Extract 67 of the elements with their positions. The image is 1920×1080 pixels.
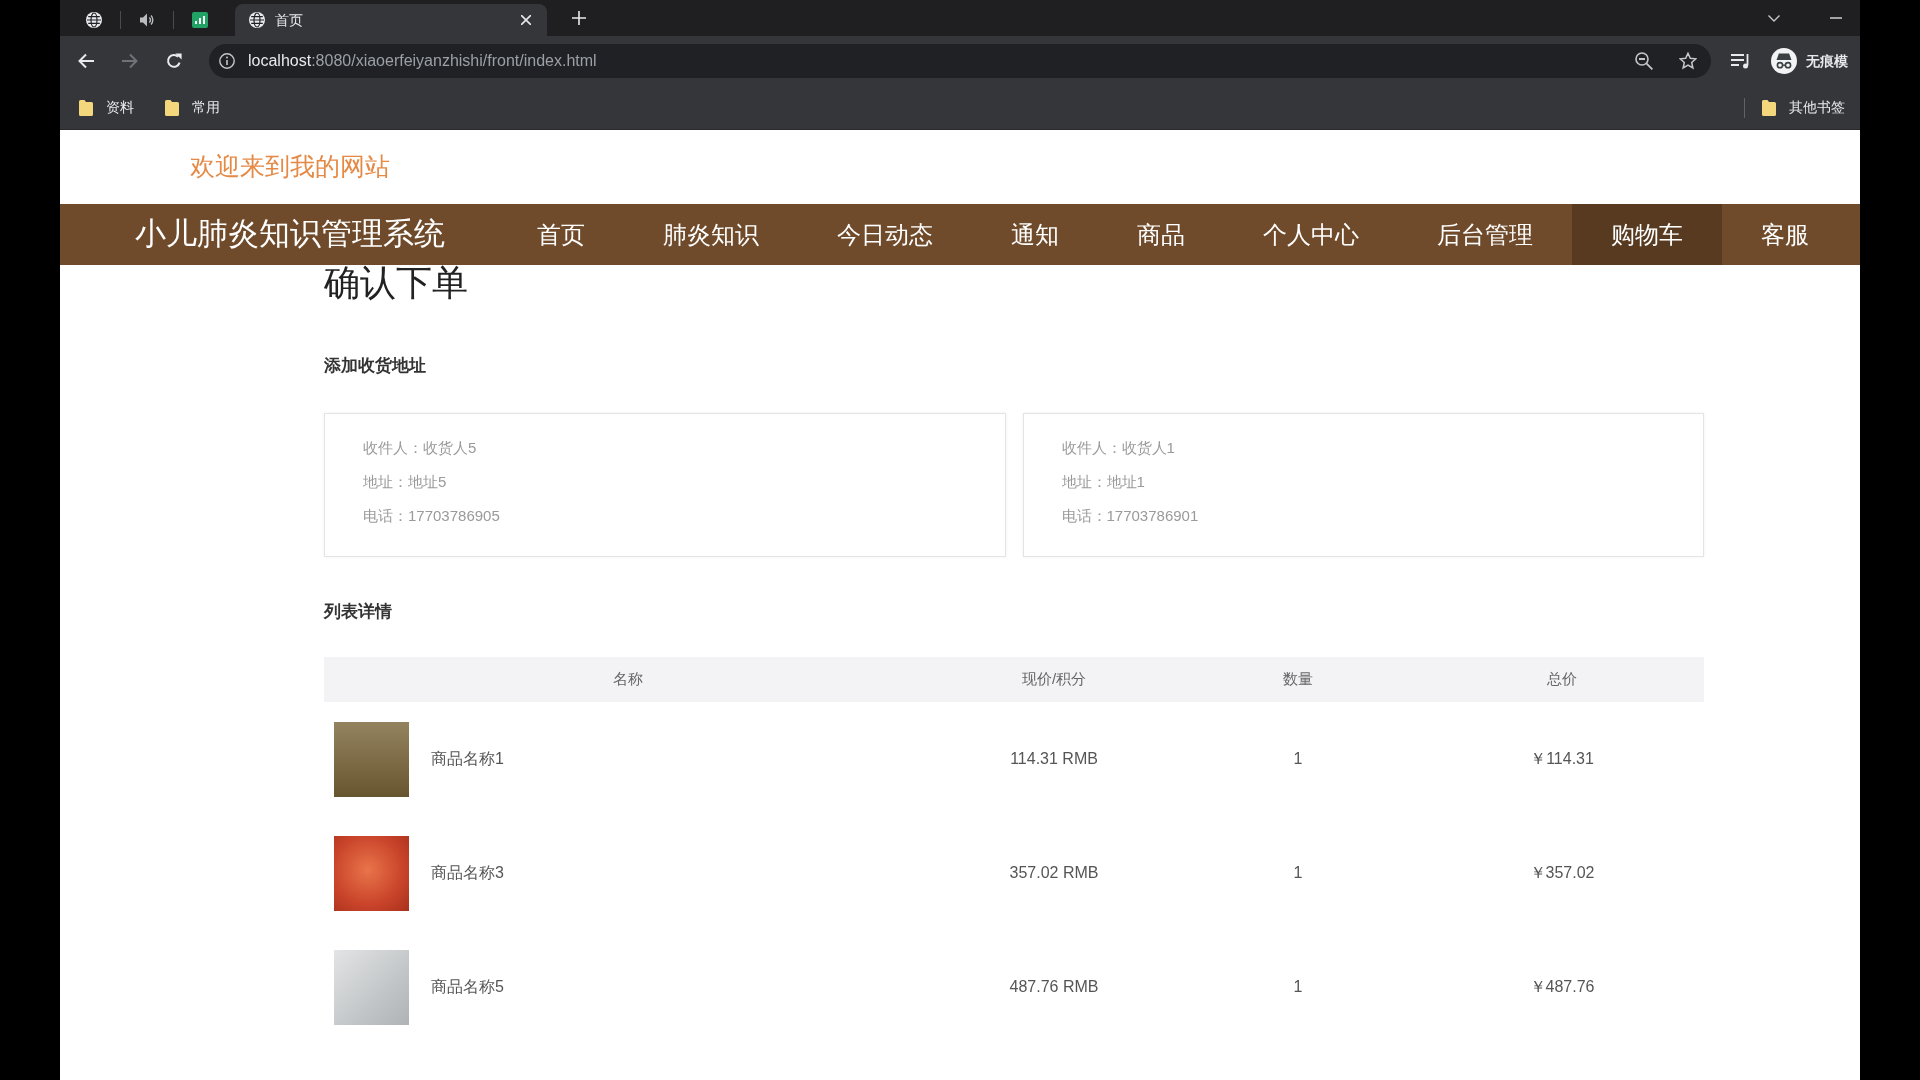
product-name: 商品名称5 xyxy=(431,977,504,997)
unit-price: 357.02 RMB xyxy=(1008,863,1100,883)
nav-link[interactable]: 商品 xyxy=(1098,204,1224,265)
folder-icon xyxy=(79,99,93,116)
url-text: localhost:8080/xiaoerfeiyanzhishi/front/index.html xyxy=(248,51,597,71)
nav-link[interactable]: 后台管理 xyxy=(1398,204,1572,265)
address-text: 地址：地址1 xyxy=(1061,472,1145,492)
chart-app-icon xyxy=(192,12,208,28)
nav-link[interactable]: 肺炎知识 xyxy=(624,204,798,265)
site-title: 小儿肺炎知识管理系统 xyxy=(135,215,445,254)
section-title: 列表详情 xyxy=(324,601,392,623)
unit-price: 487.76 RMB xyxy=(1008,977,1100,997)
globe-icon xyxy=(249,12,265,28)
folder-icon xyxy=(165,99,179,116)
speaker-icon xyxy=(140,13,154,27)
media-button[interactable] xyxy=(1731,51,1751,71)
new-tab-button[interactable] xyxy=(570,9,588,27)
forward-arrow-icon xyxy=(122,53,138,69)
nav-link[interactable]: 今日动态 xyxy=(798,204,972,265)
recipient-text: 收件人：收货人5 xyxy=(363,438,477,458)
column-header: 总价 xyxy=(1420,657,1704,702)
total-price: ￥357.02 xyxy=(1528,863,1596,883)
column-header: 名称 xyxy=(324,657,932,702)
profile-button[interactable]: 无痕模 xyxy=(1771,48,1848,74)
nav-link[interactable]: 客服 xyxy=(1722,204,1848,265)
welcome-text: 欢迎来到我的网站 xyxy=(190,151,390,183)
other-bookmarks-folder[interactable]: 其他书签 xyxy=(1762,97,1845,118)
total-price: ￥114.31 xyxy=(1420,702,1704,816)
nav-link[interactable]: 个人中心 xyxy=(1224,204,1398,265)
incognito-icon xyxy=(1771,48,1797,74)
globe-icon xyxy=(86,12,102,28)
quantity: 1 xyxy=(1292,863,1304,883)
column-header: 现价/积分 xyxy=(932,657,1176,702)
playlist-icon xyxy=(1731,53,1751,69)
bookmark-folder[interactable]: 常用 xyxy=(165,97,220,118)
nav-link[interactable]: 首页 xyxy=(498,204,624,265)
plus-icon xyxy=(572,11,586,25)
total-price: ￥487.76 xyxy=(1528,977,1596,997)
zoom-out-icon xyxy=(1635,52,1653,70)
minimize-icon xyxy=(1830,17,1842,19)
address-text: 地址：地址5 xyxy=(363,472,447,492)
product-name: 商品名称3 xyxy=(431,863,504,883)
bookmark-folder[interactable]: 资料 xyxy=(79,97,134,118)
star-icon xyxy=(1679,52,1697,70)
nav-link[interactable]: 通知 xyxy=(972,204,1098,265)
quantity: 1 xyxy=(1176,702,1420,816)
chevron-down-icon xyxy=(1768,14,1780,22)
phone-text: 电话：17703786905 xyxy=(363,506,500,526)
folder-icon xyxy=(1762,99,1776,116)
info-icon xyxy=(219,53,235,69)
address-bar[interactable]: localhost:8080/xiaoerfeiyanzhishi/front/index.html xyxy=(209,44,1711,78)
nav-link[interactable]: 购物车 xyxy=(1572,204,1722,265)
page-heading: 确认下单 xyxy=(324,265,468,301)
site-info-button[interactable] xyxy=(219,53,235,69)
phone-text: 电话：17703786901 xyxy=(1061,506,1199,526)
close-icon xyxy=(521,15,531,25)
bookmark-star-button[interactable] xyxy=(1678,51,1698,71)
section-title: 添加收货地址 xyxy=(324,355,426,377)
zoom-button[interactable] xyxy=(1634,51,1654,71)
quantity: 1 xyxy=(1292,977,1304,997)
reload-icon xyxy=(166,53,182,69)
unit-price: 114.31 RMB xyxy=(932,702,1176,816)
column-header: 数量 xyxy=(1176,657,1420,702)
product-name: 商品名称1 xyxy=(431,749,504,769)
back-arrow-icon xyxy=(78,53,94,69)
browser-tab[interactable]: 首页 xyxy=(235,4,547,36)
recipient-text: 收件人：收货人1 xyxy=(1061,438,1175,458)
